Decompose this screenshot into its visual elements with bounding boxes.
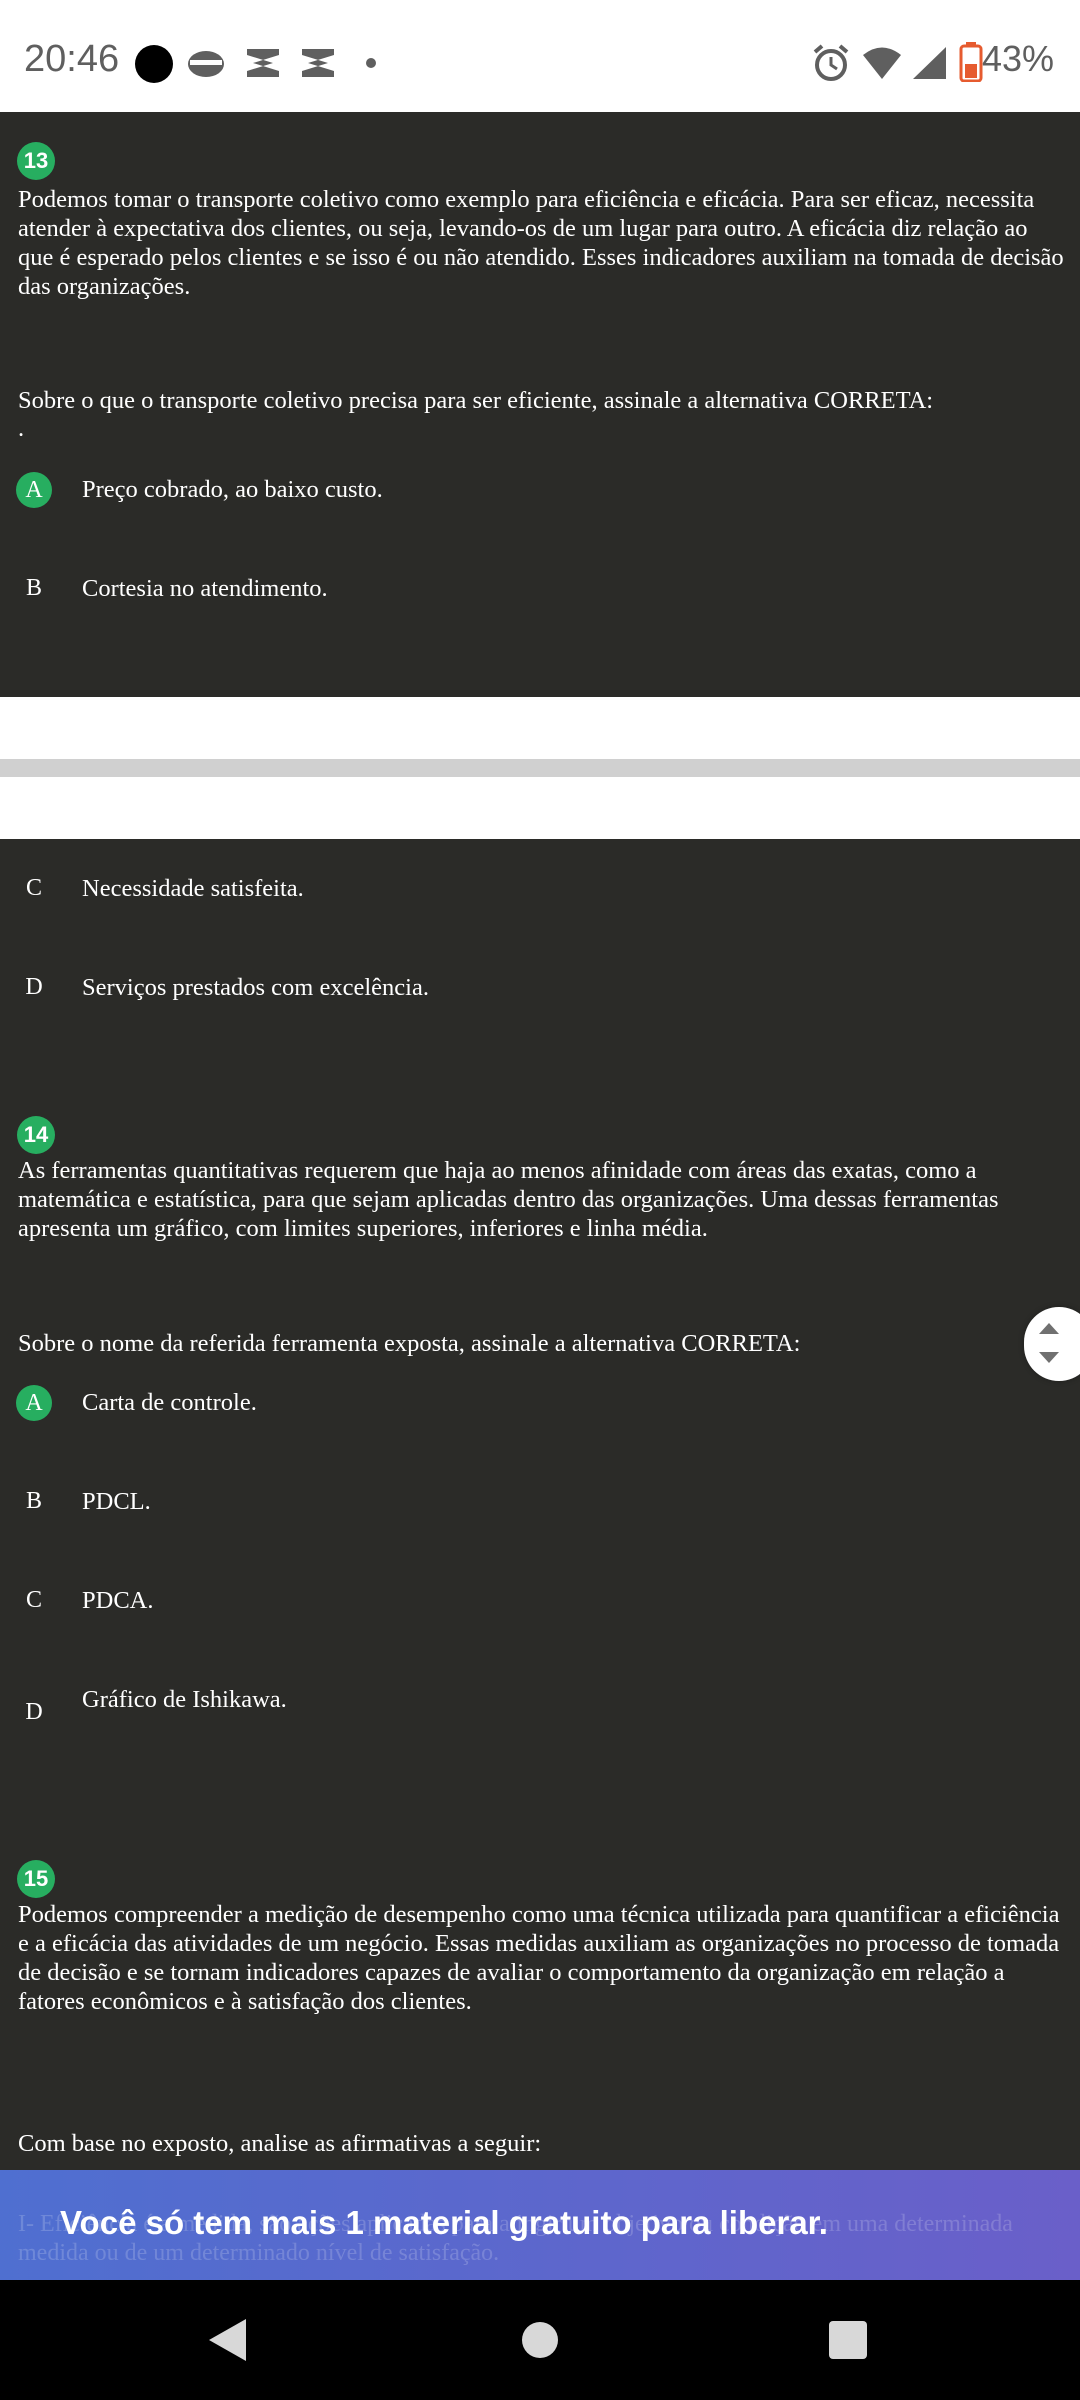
capcut-icon (302, 49, 334, 77)
signal-icon (913, 47, 946, 79)
option-letter: C (25, 874, 42, 901)
questions-card-bottom: C Necessidade satisfeita. D Serviços pre… (0, 839, 1080, 2169)
navigation-bar (0, 2280, 1080, 2400)
question-13-card-top: 13 Podemos tomar o transporte coletivo c… (0, 112, 1080, 697)
recents-icon[interactable] (828, 2320, 868, 2360)
banner-message: Você só tem mais 1 material gratuito par… (60, 2204, 828, 2241)
page-divider (0, 759, 1080, 777)
page-gap-bottom (0, 777, 1080, 839)
status-bar: 20:46 43% (0, 0, 1080, 112)
wifi-icon (863, 47, 901, 79)
option-letter: A (16, 472, 52, 508)
option-letter: C (25, 1586, 42, 1613)
free-material-banner[interactable]: I- Eficiência é a medida, são ações apli… (0, 2170, 1080, 2280)
alarm-icon (813, 44, 849, 81)
small-dot-icon (366, 58, 376, 68)
option-text: Cortesia no atendimento. (82, 575, 328, 602)
question-number-badge: 15 (17, 1860, 55, 1898)
option-text: Gráfico de Ishikawa. (82, 1686, 287, 1713)
mask-icon (188, 51, 224, 77)
battery-percent: 43% (981, 38, 1054, 79)
question-number-badge: 13 (17, 142, 55, 180)
question-14-text: As ferramentas quantitativas requerem qu… (18, 1157, 999, 1242)
status-time: 20:46 (24, 38, 120, 80)
dot-icon (135, 45, 173, 83)
battery-icon (959, 42, 983, 82)
option-text: Necessidade satisfeita. (82, 875, 304, 902)
option-text: Preço cobrado, ao baixo custo. (82, 476, 383, 503)
option-letter: D (25, 973, 43, 1000)
option-letter: A (16, 1385, 52, 1421)
scroll-down-icon (1039, 1352, 1059, 1363)
option-letter: B (25, 574, 42, 601)
question-13-prompt-extra: . (18, 415, 25, 442)
option-letter: B (25, 1487, 42, 1514)
option-text: Serviços prestados com excelência. (82, 974, 429, 1001)
capcut-icon (247, 49, 279, 77)
question-15-text: Podemos compreender a medição de desempe… (18, 1901, 1060, 2015)
option-text: PDCL. (82, 1488, 151, 1515)
option-text: PDCA. (82, 1587, 154, 1614)
scroll-up-icon (1039, 1323, 1059, 1334)
back-icon[interactable] (206, 2317, 248, 2363)
question-13-prompt: Sobre o que o transporte coletivo precis… (18, 387, 934, 414)
question-15-prompt: Com base no exposto, analise as afirmati… (18, 2130, 542, 2157)
question-13-text: Podemos tomar o transporte coletivo como… (18, 186, 1064, 300)
question-14-prompt: Sobre o nome da referida ferramenta expo… (18, 1330, 801, 1357)
home-icon[interactable] (521, 2321, 559, 2359)
option-text: Carta de controle. (82, 1389, 257, 1416)
question-number-badge: 14 (17, 1116, 55, 1154)
option-letter: D (25, 1698, 43, 1725)
page-gap-top (0, 697, 1080, 759)
